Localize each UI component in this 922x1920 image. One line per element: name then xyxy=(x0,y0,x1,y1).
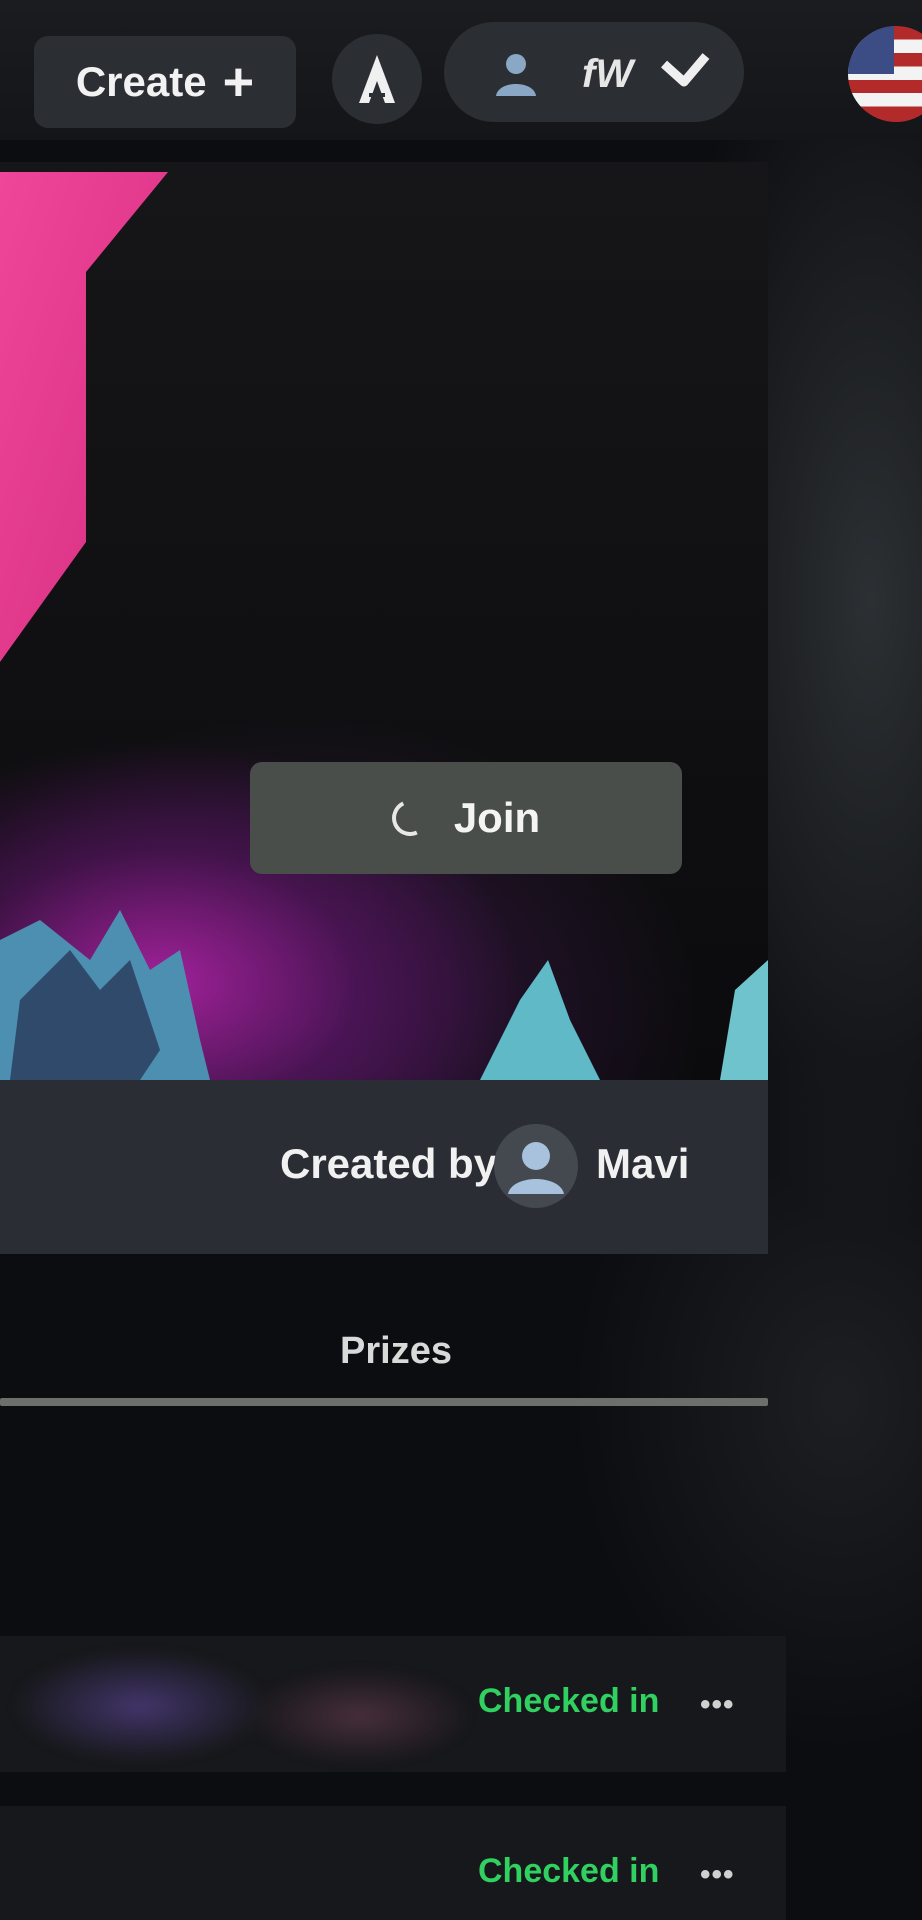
create-button-label: Create xyxy=(75,58,207,105)
account-menu-button[interactable]: fW xyxy=(444,22,744,122)
user-icon xyxy=(496,54,536,96)
creator-name[interactable]: Mavi xyxy=(596,1140,689,1188)
top-navigation-bar: Create + fW xyxy=(0,0,922,140)
create-button[interactable]: Create + xyxy=(34,36,296,128)
status-badge: Checked in xyxy=(478,1682,660,1720)
tab-prizes[interactable]: Prizes xyxy=(340,1330,452,1373)
creator-avatar[interactable] xyxy=(494,1124,578,1208)
creator-info-bar: Created by Mavi xyxy=(0,1080,768,1254)
participant-row[interactable]: Checked in ••• xyxy=(0,1806,786,1920)
event-logo-shape xyxy=(0,172,168,662)
join-button[interactable]: Join xyxy=(250,762,682,874)
more-options-icon[interactable]: ••• xyxy=(700,1688,735,1722)
language-selector[interactable] xyxy=(848,26,922,122)
event-banner: Join xyxy=(0,162,768,1080)
plus-icon: + xyxy=(222,52,255,112)
app-logo-icon xyxy=(359,55,395,103)
created-by-label: Created by xyxy=(280,1140,498,1187)
chevron-down-icon xyxy=(660,53,710,87)
account-initials: fW xyxy=(582,52,634,96)
more-options-icon[interactable]: ••• xyxy=(700,1858,735,1892)
tab-divider xyxy=(0,1398,768,1406)
status-badge: Checked in xyxy=(478,1852,660,1890)
join-button-label: Join xyxy=(453,794,541,841)
participant-row[interactable]: Checked in ••• xyxy=(0,1636,786,1772)
app-logo-button[interactable] xyxy=(332,34,422,124)
crystal-decoration xyxy=(0,910,768,1080)
spinner-icon xyxy=(386,794,433,842)
us-flag-icon xyxy=(848,26,894,74)
participant-info-blurred xyxy=(0,1646,520,1762)
user-avatar-icon xyxy=(508,1142,564,1194)
